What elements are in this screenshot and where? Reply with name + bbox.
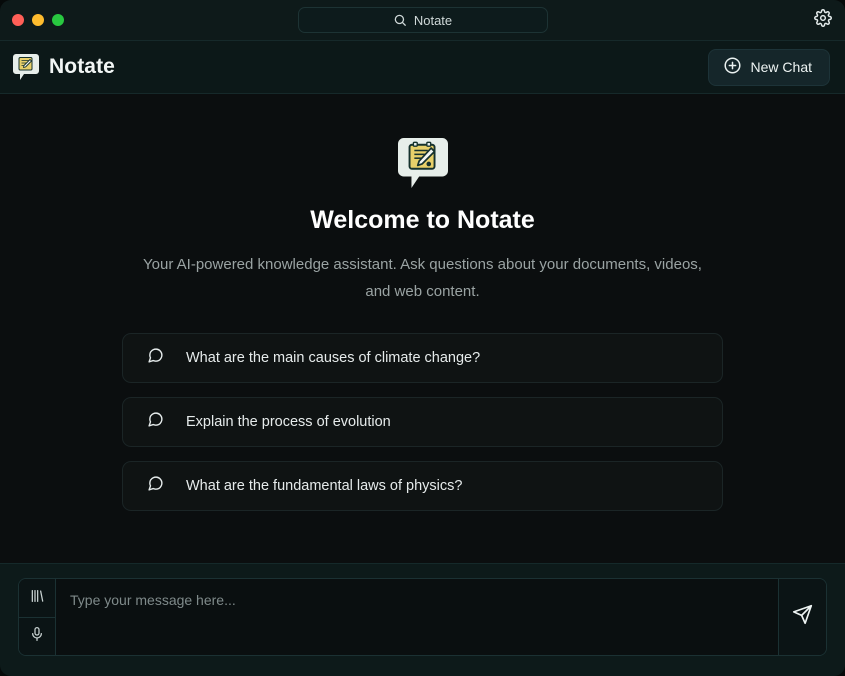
- app-header: Notate New Chat: [0, 41, 845, 94]
- send-icon: [792, 604, 813, 630]
- maximize-window-button[interactable]: [52, 14, 64, 26]
- microphone-button[interactable]: [19, 617, 55, 655]
- suggestion-label: Explain the process of evolution: [186, 414, 391, 430]
- suggestion-label: What are the fundamental laws of physics…: [186, 478, 463, 494]
- message-square-icon: [147, 475, 164, 497]
- traffic-lights: [12, 14, 64, 26]
- message-square-icon: [147, 411, 164, 433]
- title-bar: Notate: [0, 0, 845, 41]
- gear-icon: [813, 9, 832, 32]
- message-square-icon: [147, 347, 164, 369]
- search-icon: [393, 13, 407, 27]
- composer-side-tools: [19, 579, 56, 655]
- composer-bar: [0, 564, 845, 676]
- brand: Notate: [13, 53, 115, 81]
- suggestion-card[interactable]: What are the fundamental laws of physics…: [122, 461, 723, 511]
- new-chat-label: New Chat: [750, 59, 812, 75]
- new-chat-button[interactable]: New Chat: [707, 48, 830, 86]
- composer-field-group: [18, 578, 827, 656]
- notate-hero-icon: [397, 136, 448, 190]
- suggestion-list: What are the main causes of climate chan…: [122, 333, 723, 511]
- search-input-value: Notate: [413, 12, 453, 28]
- suggestion-card[interactable]: What are the main causes of climate chan…: [122, 333, 723, 383]
- microphone-icon: [29, 626, 45, 647]
- minimize-window-button[interactable]: [32, 14, 44, 26]
- library-button[interactable]: [19, 579, 55, 617]
- page-title: Notate: [49, 55, 115, 78]
- welcome-subtitle: Your AI-powered knowledge assistant. Ask…: [143, 256, 702, 300]
- message-input[interactable]: [56, 579, 778, 655]
- send-button[interactable]: [778, 579, 826, 655]
- plus-circle-icon: [723, 56, 742, 78]
- welcome-title: Welcome to Notate: [310, 206, 535, 234]
- library-icon: [29, 588, 45, 609]
- search-bar[interactable]: Notate: [297, 7, 548, 33]
- notate-logo-icon: [13, 53, 39, 81]
- main-content: Welcome to Notate Your AI-powered knowle…: [0, 94, 845, 564]
- app-window: Notate Notate New Chat Welcome to Notate…: [0, 0, 845, 676]
- settings-button[interactable]: [813, 9, 832, 32]
- suggestion-card[interactable]: Explain the process of evolution: [122, 397, 723, 447]
- close-window-button[interactable]: [12, 14, 24, 26]
- suggestion-label: What are the main causes of climate chan…: [186, 350, 481, 366]
